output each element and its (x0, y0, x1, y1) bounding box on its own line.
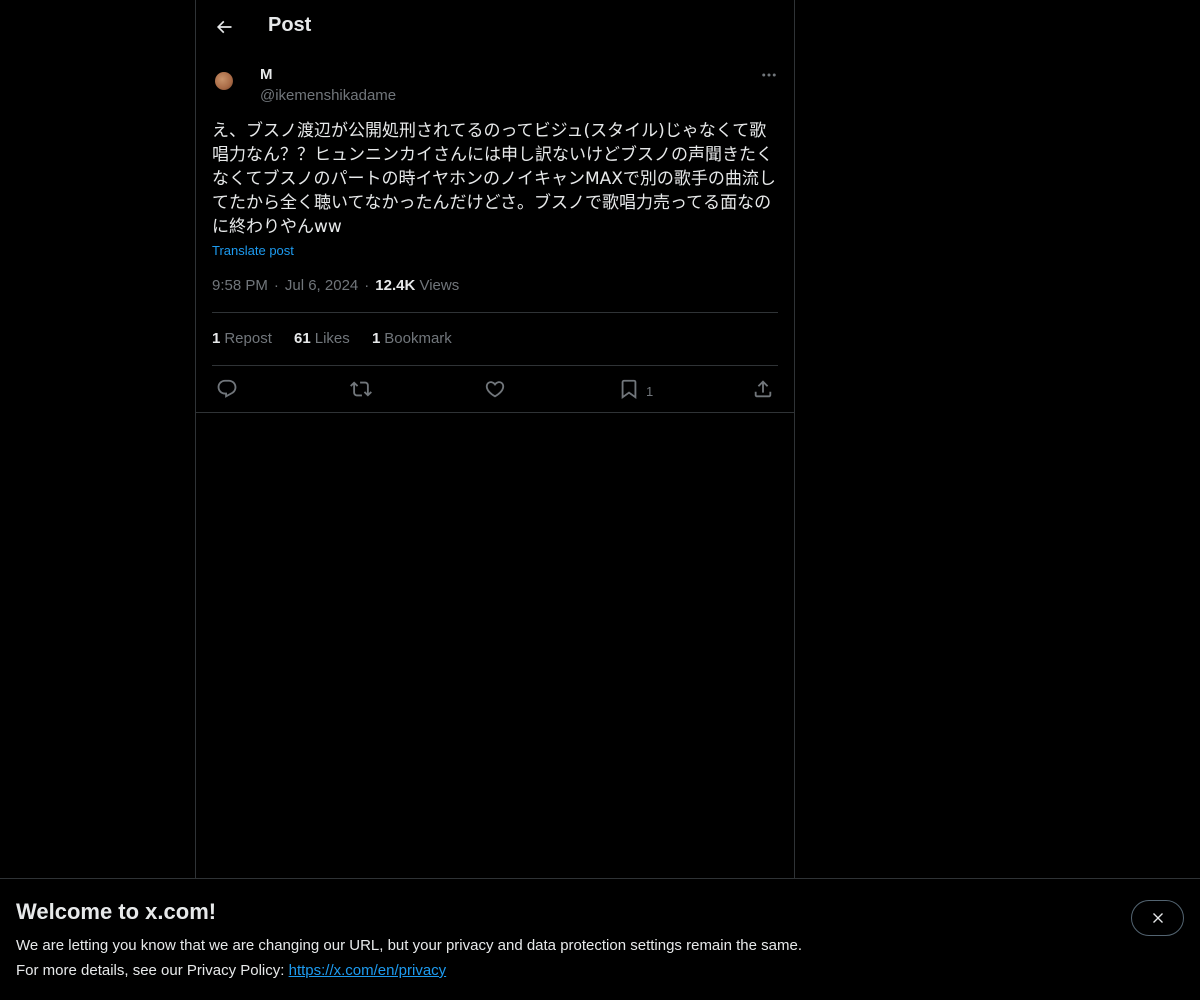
post-date[interactable]: Jul 6, 2024 (285, 277, 358, 294)
likes-stat[interactable]: 61 Likes (294, 330, 350, 347)
arrow-left-icon (216, 20, 232, 34)
post-stats: 1 Repost 61 Likes 1 Bookmark (212, 330, 470, 347)
views-count: 12.4K (375, 277, 416, 294)
share-button[interactable] (752, 376, 774, 402)
post-time[interactable]: 9:58 PM (212, 277, 268, 294)
banner-privacy-prefix: For more details, see our Privacy Policy… (16, 962, 285, 979)
heart-icon (485, 381, 505, 398)
close-icon (1152, 913, 1163, 923)
likes-count: 61 (294, 330, 311, 347)
likes-label: Likes (314, 330, 350, 347)
bookmark-button[interactable]: 1 (618, 376, 653, 402)
avatar[interactable] (215, 72, 233, 90)
post-meta: 9:58 PM · Jul 6, 2024 · 12.4K Views (212, 277, 459, 294)
banner-message: We are letting you know that we are chan… (16, 937, 802, 954)
translate-post-link[interactable]: Translate post (212, 243, 294, 258)
post-text: え、ブスノ渡辺が公開処刑されてるのってビジュ(スタイル)じゃなくて歌唱力なん？？… (212, 121, 776, 237)
meta-separator: · (364, 277, 370, 294)
reply-button[interactable] (216, 376, 238, 402)
author-display-name[interactable]: M (260, 66, 273, 83)
page-title: Post (268, 14, 312, 36)
bookmark-count: 1 (646, 383, 654, 399)
banner-title: Welcome to x.com! (16, 899, 217, 924)
reposts-count: 1 (212, 330, 221, 347)
post-header: Post (196, 0, 794, 54)
post-column: Post M @ikemenshikadame え、ブスノ渡辺が公開処刑されてる… (195, 0, 795, 1000)
meta-separator: · (273, 277, 279, 294)
share-icon (754, 380, 772, 398)
action-bar: 1 (196, 366, 794, 413)
repost-icon (350, 381, 372, 397)
close-banner-button[interactable] (1131, 900, 1184, 936)
banner-privacy-line: For more details, see our Privacy Policy… (16, 962, 446, 979)
bookmarks-label: Bookmark (384, 330, 452, 347)
bookmarks-count: 1 (371, 330, 381, 347)
url-change-banner: Welcome to x.com! We are letting you kno… (0, 878, 1200, 1000)
like-button[interactable] (484, 376, 506, 402)
views-label: Views (419, 277, 460, 294)
repost-button[interactable] (350, 376, 372, 402)
privacy-policy-link[interactable]: https://x.com/en/privacy (289, 962, 447, 979)
reposts-stat[interactable]: 1 Repost (212, 330, 272, 347)
bookmarks-stat[interactable]: 1 Bookmark (372, 330, 452, 347)
reposts-label: Repost (224, 330, 272, 347)
divider (212, 312, 778, 313)
back-button[interactable] (208, 11, 240, 43)
more-dots-icon (762, 73, 776, 77)
author-handle[interactable]: @ikemenshikadame (260, 87, 396, 104)
reply-icon (217, 379, 237, 398)
more-options-button[interactable] (758, 64, 780, 86)
bookmark-icon (621, 379, 637, 400)
